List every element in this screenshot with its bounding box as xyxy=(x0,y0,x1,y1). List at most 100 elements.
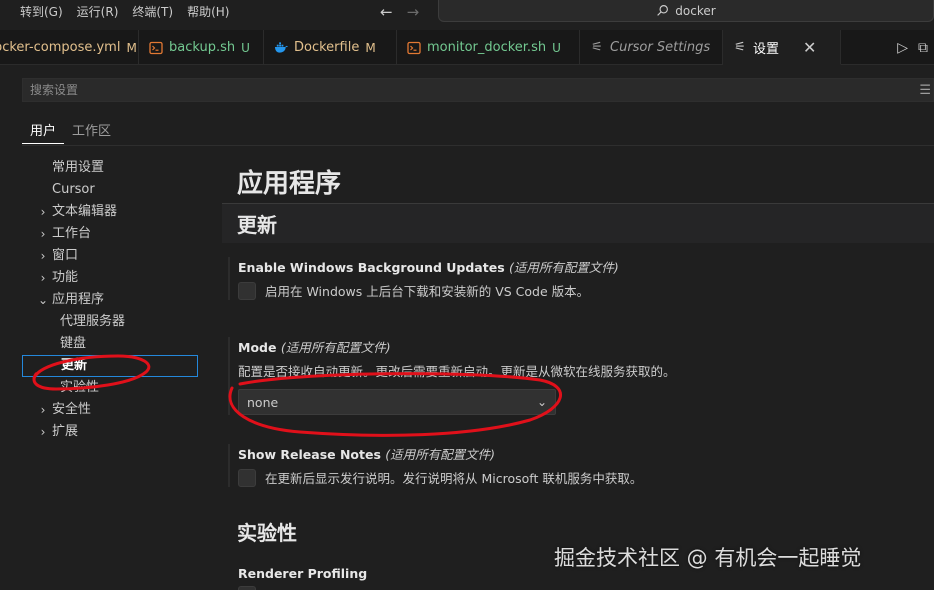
tab-label: Dockerfile xyxy=(294,40,360,55)
toc-item-workbench[interactable]: › 工作台 xyxy=(22,223,198,245)
group-title: 更新 xyxy=(237,213,277,237)
setting-scope-note: (适用所有配置文件) xyxy=(509,260,619,275)
shell-file-icon xyxy=(407,41,421,55)
watermark: 掘金技术社区 @ 有机会一起睡觉 xyxy=(554,546,862,570)
chevron-right-icon: › xyxy=(40,227,46,241)
toc-item-label: 实验性 xyxy=(60,380,100,395)
toc-item-label: 工作台 xyxy=(52,226,92,241)
chevron-right-icon: › xyxy=(40,425,46,439)
tab-settings[interactable]: ⚟ 设置 ✕ xyxy=(723,30,841,65)
toc-item-proxy[interactable]: 代理服务器 xyxy=(22,311,198,333)
release-notes-checkbox[interactable] xyxy=(238,468,256,487)
chevron-right-icon: › xyxy=(40,271,46,285)
toc-item-application[interactable]: ⌄ 应用程序 xyxy=(22,289,198,311)
close-icon[interactable]: ✕ xyxy=(803,38,816,57)
section-title: 应用程序 xyxy=(237,169,342,199)
forward-arrow-icon[interactable]: → xyxy=(407,3,420,21)
setting-title: Show Release Notes (适用所有配置文件) xyxy=(238,444,918,463)
toc-item-label: Cursor xyxy=(52,182,95,197)
background-updates-checkbox[interactable] xyxy=(238,281,256,300)
toc-item-label: 更新 xyxy=(61,358,88,373)
toc-item-experimental[interactable]: 实验性 xyxy=(22,377,198,399)
setting-scope-note: (适用所有配置文件) xyxy=(385,447,496,462)
tab-user[interactable]: 用户 xyxy=(22,114,65,144)
settings-content: 应用程序 更新 Enable Windows Background Update… xyxy=(222,157,934,590)
tab-monitor-docker-sh[interactable]: monitor_docker.sh U xyxy=(397,30,580,65)
editor-tab-bar: docker-compose.yml M backup.sh U Dockerf… xyxy=(0,30,934,65)
setting-description: 配置是否接收自动更新。更改后需要重新启动。更新是从微软在线服务获取的。 xyxy=(238,364,676,379)
setting-title-text: Mode xyxy=(238,340,277,355)
navigation-arrows: ← → xyxy=(380,0,419,24)
toc-item-update[interactable]: 更新 xyxy=(22,355,198,377)
settings-search-box: ☰ xyxy=(22,78,934,102)
tab-status-badge: U xyxy=(552,40,561,55)
menu-item-run[interactable]: 运行(R) xyxy=(70,0,126,24)
tab-dockerfile[interactable]: Dockerfile M xyxy=(264,30,397,65)
chevron-right-icon: › xyxy=(40,403,46,417)
setting-title-text: Show Release Notes xyxy=(238,447,381,462)
menu-item-terminal[interactable]: 终端(T) xyxy=(125,0,180,24)
group-title-experimental: 实验性 xyxy=(237,521,297,545)
tab-label: monitor_docker.sh xyxy=(427,40,547,55)
docker-icon xyxy=(274,41,288,55)
settings-lines-icon: ⚟ xyxy=(591,40,603,55)
toc-item-label: 应用程序 xyxy=(52,292,105,307)
select-value: none xyxy=(247,394,279,410)
tab-backup-sh[interactable]: backup.sh U xyxy=(139,30,264,65)
checkbox-label: 在更新后显示发行说明。发行说明将从 Microsoft 联机服务中获取。 xyxy=(265,471,643,486)
title-bar: 转到(G) 运行(R) 终端(T) 帮助(H) ← → docker xyxy=(0,0,934,24)
setting-show-release-notes: Show Release Notes (适用所有配置文件) 在更新后显示发行说明… xyxy=(228,444,918,487)
divider xyxy=(22,145,934,146)
chevron-down-icon: ⌄ xyxy=(536,395,547,409)
toc-item-keyboard[interactable]: 键盘 xyxy=(22,333,198,355)
tab-cursor-settings[interactable]: ⚟ Cursor Settings xyxy=(580,30,723,65)
toc-item-label: 窗口 xyxy=(52,248,79,263)
open-json-icon[interactable]: ⧉ xyxy=(918,40,928,56)
command-center[interactable]: docker xyxy=(438,0,934,22)
toc-item-text-editor[interactable]: › 文本编辑器 xyxy=(22,201,198,223)
toc-item-label: 功能 xyxy=(52,270,79,285)
tab-label: backup.sh xyxy=(169,40,236,55)
setting-update-mode: Mode (适用所有配置文件) 配置是否接收自动更新。更改后需要重新启动。更新是… xyxy=(228,337,918,415)
update-mode-select[interactable]: none ⌄ xyxy=(238,389,556,415)
chevron-right-icon: › xyxy=(40,205,46,219)
back-arrow-icon[interactable]: ← xyxy=(380,3,393,21)
editor-actions: ▷ ⧉ xyxy=(889,30,934,65)
toc-item-cursor[interactable]: Cursor xyxy=(22,179,198,201)
run-icon[interactable]: ▷ xyxy=(897,40,908,56)
group-sticky-header: 更新 xyxy=(222,203,934,243)
menu-item-help[interactable]: 帮助(H) xyxy=(180,0,236,24)
chevron-right-icon: › xyxy=(40,249,46,263)
menu-item-goto[interactable]: 转到(G) xyxy=(13,0,70,24)
checkbox-label: 启用在 Windows 上后台下载和安装新的 VS Code 版本。 xyxy=(265,284,590,299)
checkbox-row xyxy=(238,586,918,590)
toc-item-commonly-used[interactable]: 常用设置 xyxy=(22,157,198,179)
setting-scope-note: (适用所有配置文件) xyxy=(280,340,391,355)
filter-icon[interactable]: ☰ xyxy=(919,83,931,98)
tab-status-badge: U xyxy=(241,40,250,55)
checkbox-row: 启用在 Windows 上后台下载和安装新的 VS Code 版本。 xyxy=(238,281,918,300)
tab-label: 设置 xyxy=(753,41,780,57)
toc-item-features[interactable]: › 功能 xyxy=(22,267,198,289)
checkbox-row: 在更新后显示发行说明。发行说明将从 Microsoft 联机服务中获取。 xyxy=(238,468,918,487)
tab-label: docker-compose.yml xyxy=(0,40,121,55)
setting-background-updates: Enable Windows Background Updates (适用所有配… xyxy=(228,257,918,300)
toc-item-security[interactable]: › 安全性 xyxy=(22,399,198,421)
toc-item-label: 安全性 xyxy=(52,402,92,417)
settings-scope-tabs: 用户 工作区 xyxy=(22,114,119,144)
toc-item-label: 键盘 xyxy=(60,336,87,351)
tab-workspace[interactable]: 工作区 xyxy=(64,114,119,144)
shell-file-icon xyxy=(149,41,163,55)
menu-bar: 转到(G) 运行(R) 终端(T) 帮助(H) xyxy=(13,0,236,24)
tab-docker-compose[interactable]: docker-compose.yml M xyxy=(0,30,139,65)
toc-item-label: 常用设置 xyxy=(52,160,105,175)
settings-search-input[interactable] xyxy=(30,83,890,97)
settings-toc: 常用设置 Cursor › 文本编辑器 › 工作台 › 窗口 › 功能 ⌄ 应用程序 代理… xyxy=(22,157,198,443)
toc-item-label: 代理服务器 xyxy=(60,314,126,329)
settings-icon: ⚟ xyxy=(734,39,746,55)
tab-status-badge: M xyxy=(365,40,376,55)
toc-item-window[interactable]: › 窗口 xyxy=(22,245,198,267)
chevron-down-icon: ⌄ xyxy=(37,293,49,307)
renderer-profiling-checkbox[interactable] xyxy=(238,586,256,590)
toc-item-extensions[interactable]: › 扩展 xyxy=(22,421,198,443)
